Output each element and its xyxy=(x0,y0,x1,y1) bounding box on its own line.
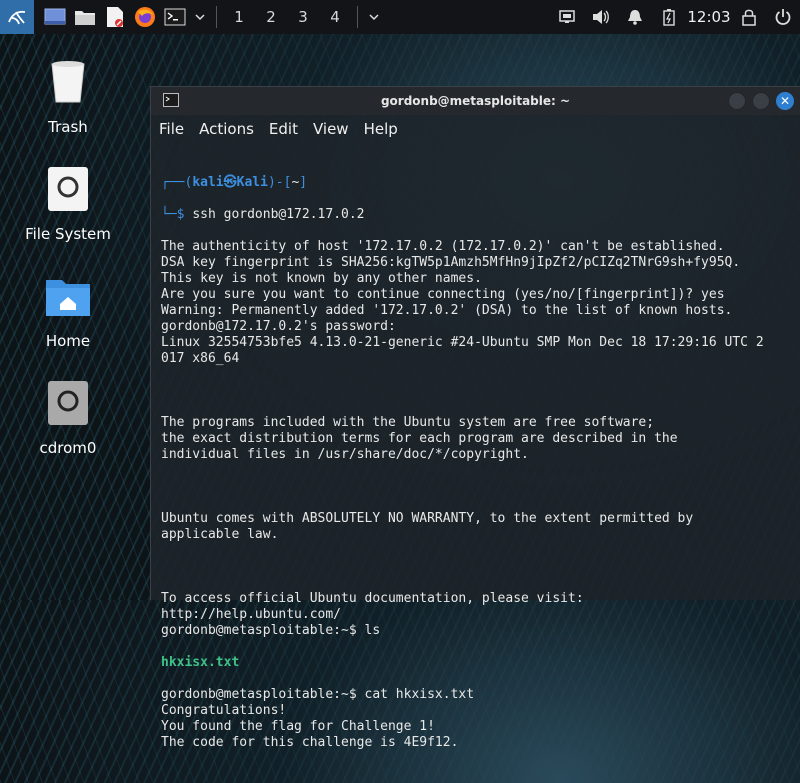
command-ssh: ssh gordonb@172.17.0.2 xyxy=(192,207,365,222)
power-button[interactable] xyxy=(766,0,800,34)
prompt-user: kali xyxy=(192,175,224,190)
window-list-dropdown[interactable] xyxy=(364,0,384,34)
drive-icon xyxy=(48,167,88,211)
terminal-line: applicable law. xyxy=(161,527,279,542)
menu-help[interactable]: Help xyxy=(364,120,398,138)
ssh-output: The authenticity of host '172.17.0.2 (17… xyxy=(161,239,792,367)
menu-actions[interactable]: Actions xyxy=(199,120,254,138)
clock[interactable]: 12:03 xyxy=(686,8,732,26)
terminal-output[interactable]: ┌──(kali㉿Kali)-[~] └─$ ssh gordonb@172.1… xyxy=(161,159,792,783)
panel-separator xyxy=(357,6,358,28)
terminal-line: Ubuntu comes with ABSOLUTELY NO WARRANTY… xyxy=(161,511,694,526)
system-tray: 12:03 xyxy=(550,0,800,34)
power-icon xyxy=(775,9,791,25)
home-folder-icon xyxy=(46,280,90,316)
workspace-2[interactable]: 2 xyxy=(255,8,287,26)
terminal-line: 017 x86_64 xyxy=(161,351,240,366)
menu-bar: File Actions Edit View Help xyxy=(151,115,800,143)
prompt-at-symbol: ㉿ xyxy=(223,175,237,190)
terminal-line: Linux 32554753bfe5 4.13.0-21-generic #24… xyxy=(161,335,764,350)
maximize-button[interactable] xyxy=(752,92,770,110)
desktop-icon-label: Home xyxy=(45,332,91,350)
terminal-line: The code for this challenge is 4E9f12. xyxy=(161,735,459,750)
desktop-icon-label: cdrom0 xyxy=(39,439,97,457)
terminal-line: Are you sure you want to continue connec… xyxy=(161,287,725,302)
text-editor-launcher[interactable] xyxy=(100,0,130,34)
window-title: gordonb@metasploitable: ~ xyxy=(380,94,571,108)
docs-text: To access official Ubuntu documentation,… xyxy=(161,591,792,639)
battery-icon xyxy=(663,9,675,26)
kali-dragon-icon xyxy=(8,10,26,25)
volume-icon xyxy=(593,10,609,24)
terminal-line: individual files in /usr/share/doc/*/cop… xyxy=(161,447,529,462)
terminal-line: The authenticity of host '172.17.0.2 (17… xyxy=(161,239,725,254)
terminal-window: gordonb@metasploitable: ~ ✕ File Actions… xyxy=(150,86,800,750)
panel-separator xyxy=(216,6,217,28)
terminal-line: The programs included with the Ubuntu sy… xyxy=(161,415,655,430)
terminal-line: Warning: Permanently added '172.17.0.2' … xyxy=(161,303,733,318)
window-controls: ✕ xyxy=(728,92,794,110)
window-titlebar[interactable]: gordonb@metasploitable: ~ ✕ xyxy=(151,87,800,115)
launcher-dropdown[interactable] xyxy=(190,0,210,34)
file-manager-launcher[interactable] xyxy=(70,0,100,34)
terminal-line: To access official Ubuntu documentation,… xyxy=(161,591,584,606)
cdrom-drive-icon xyxy=(48,381,88,425)
workspace-4[interactable]: 4 xyxy=(319,8,351,26)
lock-icon xyxy=(742,9,756,26)
license-text: The programs included with the Ubuntu sy… xyxy=(161,415,792,463)
battery-button[interactable] xyxy=(652,0,686,34)
workspace-1[interactable]: 1 xyxy=(223,8,255,26)
terminal-line: gordonb@metasploitable:~$ cat hkxisx.txt xyxy=(161,687,475,702)
terminal-icon xyxy=(164,8,186,26)
desktop-icon-label: Trash xyxy=(48,118,88,136)
terminal-line: the exact distribution terms for each pr… xyxy=(161,431,678,446)
volume-button[interactable] xyxy=(584,0,618,34)
terminal-line: This key is not known by any other names… xyxy=(161,271,482,286)
close-button[interactable]: ✕ xyxy=(776,92,794,110)
terminal-line: gordonb@172.17.0.2's password: xyxy=(161,319,396,334)
prompt-line-2: └─$ ssh gordonb@172.17.0.2 xyxy=(161,207,365,222)
network-button[interactable] xyxy=(550,0,584,34)
lock-screen-button[interactable] xyxy=(732,0,766,34)
terminal-line: DSA key fingerprint is SHA256:kgTW5p1Amz… xyxy=(161,255,741,270)
chevron-down-icon xyxy=(195,14,205,21)
ls-output: hkxisx.txt xyxy=(161,655,240,670)
chevron-down-icon xyxy=(369,14,379,21)
warranty-text: Ubuntu comes with ABSOLUTELY NO WARRANTY… xyxy=(161,511,792,543)
terminal-launcher[interactable] xyxy=(160,0,190,34)
show-desktop-icon xyxy=(44,8,66,25)
prompt-line-1: ┌──(kali㉿Kali)-[~] xyxy=(161,175,308,190)
top-panel: 1 2 3 4 12:03 xyxy=(0,0,800,34)
minimize-button[interactable] xyxy=(728,92,746,110)
menu-file[interactable]: File xyxy=(159,120,184,138)
flag-output: gordonb@metasploitable:~$ cat hkxisx.txt… xyxy=(161,687,792,751)
desktop-icon-cdrom[interactable]: cdrom0 xyxy=(18,379,118,457)
close-icon: ✕ xyxy=(779,94,791,108)
prompt-host: Kali xyxy=(236,175,268,190)
desktop-icon-file-system[interactable]: File System xyxy=(18,165,118,243)
terminal-line: Congratulations! xyxy=(161,703,287,718)
firefox-icon xyxy=(135,7,155,27)
notifications-button[interactable] xyxy=(618,0,652,34)
network-icon xyxy=(559,10,575,23)
text-editor-icon xyxy=(107,7,123,27)
kali-menu-button[interactable] xyxy=(0,0,34,34)
menu-view[interactable]: View xyxy=(313,120,349,138)
firefox-launcher[interactable] xyxy=(130,0,160,34)
trash-icon xyxy=(51,61,85,103)
terminal-line: http://help.ubuntu.com/ xyxy=(161,607,342,622)
folder-icon xyxy=(75,11,95,25)
desktop-icon-trash[interactable]: Trash xyxy=(18,58,118,136)
desktop-icon-home[interactable]: Home xyxy=(18,272,118,350)
show-desktop-button[interactable] xyxy=(40,0,70,34)
bell-icon xyxy=(628,10,642,25)
terminal-line: gordonb@metasploitable:~$ ls xyxy=(161,623,381,638)
menu-edit[interactable]: Edit xyxy=(269,120,298,138)
terminal-line: You found the flag for Challenge 1! xyxy=(161,719,435,734)
workspace-3[interactable]: 3 xyxy=(287,8,319,26)
desktop-icon-label: File System xyxy=(25,225,111,243)
